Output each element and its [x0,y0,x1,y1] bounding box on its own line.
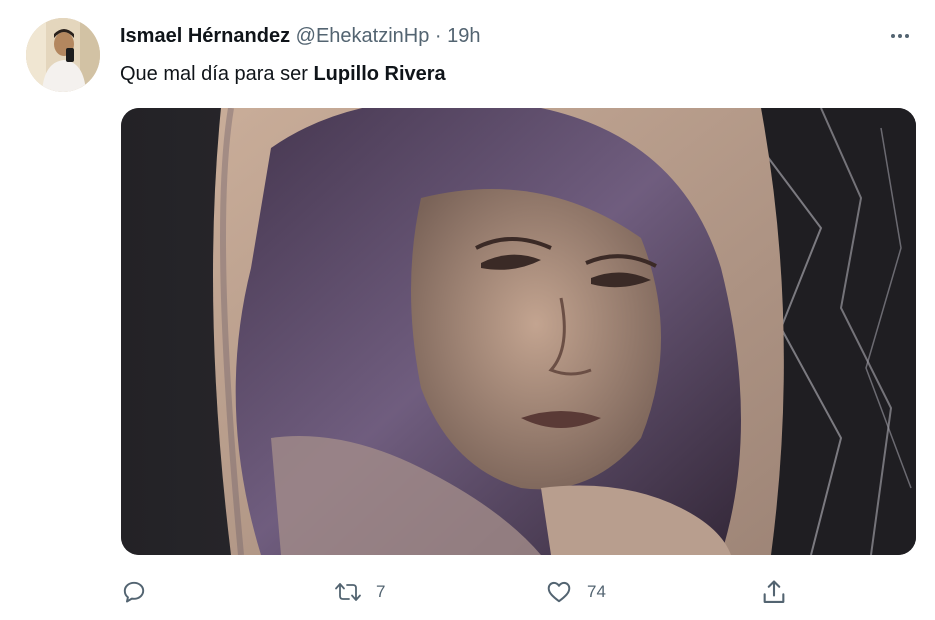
tweet-header: Ismael Hérnandez @EhekatzinHp · 19h [120,23,481,49]
tweet-text-prefix: Que mal día para ser [120,63,314,85]
tweet-media-image[interactable] [121,108,916,555]
more-options-icon[interactable] [884,22,916,50]
author-handle[interactable]: @EhekatzinHp [296,25,430,47]
tweet-text-bold: Lupillo Rivera [313,63,446,85]
tweet-text: Que mal día para ser Lupillo Rivera [120,60,446,88]
share-button[interactable] [760,576,788,608]
avatar-image [26,18,100,92]
retweet-icon [335,583,361,601]
heart-icon [547,581,571,603]
author-avatar[interactable] [26,18,100,92]
retweet-count: 7 [376,582,386,601]
share-icon [763,580,785,603]
tweet-actions: 7 74 [0,576,935,608]
reply-button[interactable] [121,576,147,608]
tattoo-portrait-photo [121,108,916,555]
author-name[interactable]: Ismael Hérnandez [120,25,290,47]
retweet-button[interactable]: 7 [334,576,385,608]
header-separator: · [434,25,442,47]
tweet-timestamp[interactable]: 19h [447,25,480,47]
like-count: 74 [587,582,606,601]
reply-icon [123,581,145,603]
like-button[interactable]: 74 [545,576,606,608]
